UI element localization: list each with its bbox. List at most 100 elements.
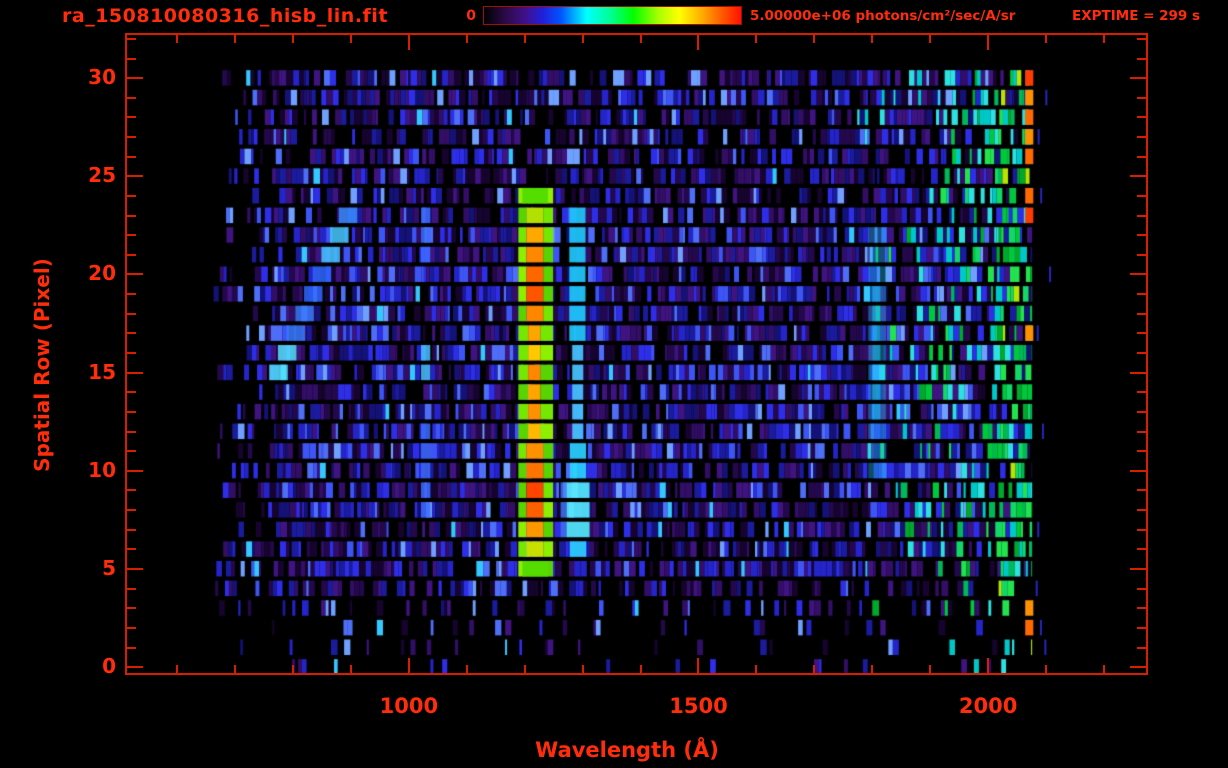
x-axis-tick	[813, 35, 816, 43]
x-axis-tick	[407, 35, 410, 50]
x-axis-tick	[929, 665, 932, 673]
y-axis-tick	[127, 77, 143, 80]
y-axis-tick	[127, 509, 136, 512]
y-axis-tick	[127, 37, 136, 40]
y-axis-tick	[1130, 469, 1146, 472]
y-axis-tick	[127, 666, 143, 669]
x-axis-tick	[697, 658, 700, 673]
y-tick-label: 15	[88, 359, 116, 384]
x-axis-tick	[465, 35, 468, 43]
y-axis-tick	[1137, 391, 1146, 394]
x-axis-tick	[349, 665, 352, 673]
y-axis-tick	[127, 469, 143, 472]
x-axis-tick	[929, 35, 932, 43]
y-axis-tick	[1137, 293, 1146, 296]
y-axis-tick	[127, 136, 136, 139]
y-axis-tick	[127, 391, 136, 394]
x-axis-tick	[871, 35, 874, 43]
y-axis-tick	[1137, 96, 1146, 99]
y-axis-tick	[1130, 666, 1146, 669]
y-axis-tick	[127, 293, 136, 296]
y-axis-tick	[1130, 273, 1146, 276]
x-axis-tick	[639, 665, 642, 673]
exptime-label: EXPTIME = 299 s	[1072, 8, 1201, 24]
y-axis-title: Spatial Row (Pixel)	[30, 258, 54, 472]
y-axis-tick	[1137, 136, 1146, 139]
x-axis-tick	[987, 35, 990, 50]
y-axis-tick	[1137, 253, 1146, 256]
figure-root: ra_150810080316_hisb_lin.fit 0 5.00000e+…	[0, 0, 1228, 768]
y-tick-label: 30	[88, 65, 116, 90]
y-axis-tick	[1137, 430, 1146, 433]
y-axis-tick	[1137, 548, 1146, 551]
y-tick-label: 20	[88, 261, 116, 286]
y-axis-tick	[1137, 116, 1146, 119]
y-axis-tick	[127, 352, 136, 355]
x-axis-tick	[1045, 665, 1048, 673]
x-axis-tick	[1045, 35, 1048, 43]
y-axis-tick	[1137, 587, 1146, 590]
y-axis-tick	[1137, 607, 1146, 610]
y-axis-tick	[1137, 332, 1146, 335]
y-axis-tick	[1137, 234, 1146, 237]
y-axis-tick	[1137, 155, 1146, 158]
y-axis-tick	[127, 175, 143, 178]
y-tick-label: 10	[88, 457, 116, 482]
y-axis-tick	[127, 646, 136, 649]
x-axis-tick	[639, 35, 642, 43]
y-axis-tick	[127, 273, 143, 276]
y-axis-tick	[127, 214, 136, 217]
colorbar-gradient	[483, 6, 742, 25]
y-tick-label: 5	[102, 555, 116, 580]
x-axis-tick	[291, 35, 294, 43]
x-tick-label: 2000	[958, 694, 1018, 718]
y-axis-tick	[127, 587, 136, 590]
plot-frame	[125, 33, 1148, 675]
y-axis-tick	[1130, 567, 1146, 570]
x-axis-tick	[581, 35, 584, 43]
y-axis-tick	[127, 155, 136, 158]
x-axis-tick	[176, 35, 179, 43]
y-axis-tick	[1137, 626, 1146, 629]
y-axis-tick	[127, 332, 136, 335]
y-axis-tick	[127, 528, 136, 531]
x-axis-tick	[813, 665, 816, 673]
x-axis-tick	[234, 35, 237, 43]
y-axis-tick	[1137, 450, 1146, 453]
y-axis-tick	[127, 626, 136, 629]
colorbar-max-label: 5.00000e+06 photons/cm²/sec/A/sr	[750, 8, 1016, 24]
y-axis-tick	[1137, 509, 1146, 512]
x-axis-tick	[1102, 35, 1105, 43]
y-axis-tick	[1137, 37, 1146, 40]
y-axis-tick	[127, 57, 136, 60]
colorbar-min-label: 0	[466, 8, 476, 24]
x-axis-tick	[987, 658, 990, 673]
y-axis-tick	[127, 548, 136, 551]
y-axis-tick	[127, 253, 136, 256]
x-axis-tick	[697, 35, 700, 50]
y-axis-tick	[1137, 194, 1146, 197]
plot-title: ra_150810080316_hisb_lin.fit	[62, 5, 388, 27]
y-tick-label: 0	[102, 654, 116, 679]
x-tick-label: 1500	[669, 694, 728, 718]
y-axis-tick	[1137, 214, 1146, 217]
y-axis-tick	[127, 96, 136, 99]
y-axis-tick	[127, 607, 136, 610]
x-axis-tick	[234, 665, 237, 673]
y-axis-tick	[127, 567, 143, 570]
y-axis-tick	[1130, 371, 1146, 374]
y-axis-tick	[1137, 352, 1146, 355]
y-axis-tick	[127, 489, 136, 492]
x-axis-tick	[176, 665, 179, 673]
x-axis-title: Wavelength (Å)	[535, 738, 719, 762]
y-axis-tick	[127, 410, 136, 413]
y-axis-tick	[1137, 312, 1146, 315]
y-axis-tick	[1130, 77, 1146, 80]
x-axis-tick	[871, 665, 874, 673]
x-axis-tick	[1102, 665, 1105, 673]
x-tick-label: 1000	[379, 694, 439, 718]
y-axis-tick	[127, 194, 136, 197]
y-axis-tick	[1130, 175, 1146, 178]
y-axis-tick	[1137, 528, 1146, 531]
y-axis-tick	[127, 430, 136, 433]
